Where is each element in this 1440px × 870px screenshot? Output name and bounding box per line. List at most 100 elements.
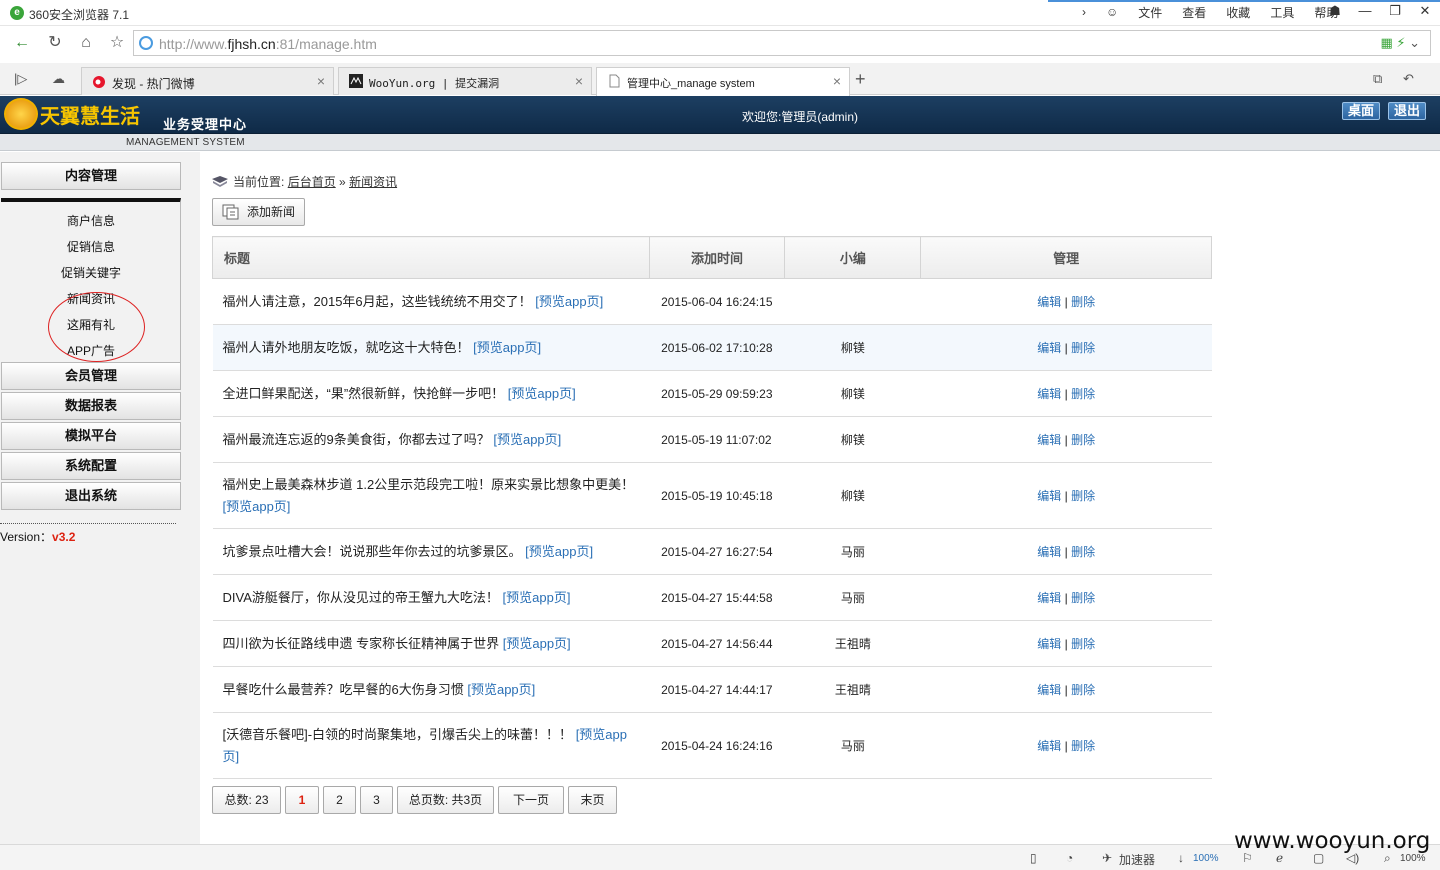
delete-link[interactable]: 删除 xyxy=(1071,341,1095,355)
sidebar-section-simulator[interactable]: 模拟平台 xyxy=(1,422,181,450)
news-title-cell: 早餐吃什么最营养？吃早餐的6大伤身习惯 [预览app页] xyxy=(212,666,650,713)
preview-app-link[interactable]: [预览app页] xyxy=(503,636,571,651)
breadcrumb-current-link[interactable]: 新闻资讯 xyxy=(349,173,397,190)
speed-icon[interactable]: ◔ xyxy=(1066,851,1073,865)
accelerator-label[interactable]: 加速器 xyxy=(1119,851,1155,868)
tab-close-icon[interactable]: × xyxy=(575,73,583,89)
news-title: 早餐吃什么最营养？吃早餐的6大伤身习惯 xyxy=(222,681,464,697)
cloud-icon[interactable]: ☁ xyxy=(52,71,65,87)
news-editor: 王祖晴 xyxy=(784,666,921,713)
sidebar-toggle-icon[interactable]: |▷ xyxy=(14,71,27,87)
tab-close-icon[interactable]: × xyxy=(833,73,841,89)
preview-app-link[interactable]: [预览app页] xyxy=(473,340,541,355)
delete-link[interactable]: 删除 xyxy=(1071,387,1095,401)
close-icon[interactable]: ✕ xyxy=(1410,0,1440,22)
undo-close-icon[interactable]: ↶ xyxy=(1403,71,1414,87)
edit-link[interactable]: 编辑 xyxy=(1037,637,1061,651)
skin-icon[interactable]: ☗ xyxy=(1320,0,1350,22)
tab-weibo[interactable]: 发现 - 热门微博 × xyxy=(81,67,334,95)
preview-app-link[interactable]: [预览app页] xyxy=(503,590,571,605)
news-editor: 柳镁 xyxy=(784,324,921,371)
sidebar-section-content[interactable]: 内容管理 xyxy=(1,162,181,190)
table-header-row: 标题 添加时间 小编 管理 xyxy=(212,236,1212,279)
delete-link[interactable]: 删除 xyxy=(1071,637,1095,651)
edit-link[interactable]: 编辑 xyxy=(1037,683,1061,697)
edit-link[interactable]: 编辑 xyxy=(1037,433,1061,447)
delete-link[interactable]: 删除 xyxy=(1071,433,1095,447)
sidebar-item-merchants[interactable]: 商户信息 xyxy=(1,208,181,234)
pager-page-3[interactable]: 3 xyxy=(360,786,393,814)
back-icon[interactable]: ← xyxy=(10,31,34,55)
delete-link[interactable]: 删除 xyxy=(1071,591,1095,605)
manage-separator: | xyxy=(1064,739,1068,753)
news-add-time: 2015-05-29 09:59:23 xyxy=(649,370,785,417)
user-icon[interactable]: ☺ xyxy=(1096,5,1128,19)
breadcrumb-home-link[interactable]: 后台首页 xyxy=(288,173,336,190)
menu-favorites[interactable]: 收藏 xyxy=(1216,4,1260,21)
chevron-right-icon[interactable]: › xyxy=(1072,5,1096,19)
sidebar-item-promotions[interactable]: 促销信息 xyxy=(1,234,181,260)
news-manage-cell: 编辑 | 删除 xyxy=(920,574,1212,621)
table-row: 福州人请注意，2015年6月起，这些钱统统不用交了！ [预览app页] 2015-… xyxy=(212,278,1212,325)
edit-link[interactable]: 编辑 xyxy=(1037,295,1061,309)
edit-link[interactable]: 编辑 xyxy=(1037,387,1061,401)
manage-separator: | xyxy=(1064,341,1068,355)
delete-link[interactable]: 删除 xyxy=(1071,489,1095,503)
pager-next-button[interactable]: 下一页 xyxy=(498,786,564,814)
pager-page-2[interactable]: 2 xyxy=(323,786,356,814)
delete-link[interactable]: 删除 xyxy=(1071,683,1095,697)
delete-link[interactable]: 删除 xyxy=(1071,545,1095,559)
edit-link[interactable]: 编辑 xyxy=(1037,739,1061,753)
preview-app-link[interactable]: [预览app页] xyxy=(525,544,593,559)
zoom-level[interactable]: 100% xyxy=(1400,853,1426,864)
sidebar-section-members[interactable]: 会员管理 xyxy=(1,362,181,390)
url-input[interactable]: http://www.fjhsh.cn:81/manage.htm ▦ ⚡ ⌄ xyxy=(133,30,1431,56)
menu-view[interactable]: 查看 xyxy=(1172,4,1216,21)
pager-last-button[interactable]: 末页 xyxy=(568,786,617,814)
home-icon[interactable]: ⌂ xyxy=(74,31,98,55)
tab-close-icon[interactable]: × xyxy=(317,73,325,89)
news-manage-cell: 编辑 | 删除 xyxy=(920,324,1212,371)
menu-tools[interactable]: 工具 xyxy=(1260,4,1304,21)
star-icon[interactable]: ☆ xyxy=(105,31,129,55)
preview-app-link[interactable]: [预览app页] xyxy=(467,682,535,697)
add-news-button[interactable]: 添加新闻 xyxy=(212,198,305,226)
logout-button[interactable]: 退出 xyxy=(1388,102,1427,120)
column-editor: 小编 xyxy=(784,236,922,279)
sidebar-item-promo-keywords[interactable]: 促销关键字 xyxy=(1,260,181,286)
tab-manage-system[interactable]: 管理中心_manage system × xyxy=(596,67,850,96)
edit-link[interactable]: 编辑 xyxy=(1037,489,1061,503)
refresh-icon[interactable]: ↻ xyxy=(43,31,67,55)
url-tools-icons[interactable]: ▦ ⚡ ⌄ xyxy=(1380,35,1420,51)
minimize-icon[interactable]: — xyxy=(1350,0,1380,22)
news-title-cell: 全进口鲜果配送，“果”然很新鲜，快抢鲜一步吧！ [预览app页] xyxy=(212,370,650,417)
edit-link[interactable]: 编辑 xyxy=(1037,591,1061,605)
mobile-icon[interactable]: ▯ xyxy=(1030,851,1037,865)
preview-app-link[interactable]: [预览app页] xyxy=(535,294,603,309)
tab-list-icon[interactable]: ⧉ xyxy=(1373,71,1382,87)
table-row: 福州人请外地朋友吃饭，就吃这十大特色！ [预览app页] 2015-06-02 1… xyxy=(212,324,1212,371)
delete-link[interactable]: 删除 xyxy=(1071,739,1095,753)
edit-link[interactable]: 编辑 xyxy=(1037,545,1061,559)
accelerator-icon[interactable]: ✈ xyxy=(1102,851,1112,865)
manage-separator: | xyxy=(1064,545,1068,559)
desktop-button[interactable]: 桌面 xyxy=(1342,102,1381,120)
sidebar-section-exit[interactable]: 退出系统 xyxy=(1,482,181,510)
delete-link[interactable]: 删除 xyxy=(1071,295,1095,309)
news-add-time: 2015-04-27 14:44:17 xyxy=(649,666,785,713)
window-controls: ☗ — ❐ ✕ xyxy=(1320,0,1440,22)
maximize-icon[interactable]: ❐ xyxy=(1380,0,1410,22)
news-title-cell: DIVA游艇餐厅，你从没见过的帝王蟹九大吃法！ [预览app页] xyxy=(212,574,650,621)
preview-app-link[interactable]: [预览app页] xyxy=(493,432,561,447)
edit-link[interactable]: 编辑 xyxy=(1037,341,1061,355)
tab-wooyun[interactable]: WooYun.org | 提交漏洞 × xyxy=(338,67,592,95)
download-icon[interactable]: ↓ xyxy=(1178,851,1184,865)
sidebar-section-reports[interactable]: 数据报表 xyxy=(1,392,181,420)
table-row: DIVA游艇餐厅，你从没见过的帝王蟹九大吃法！ [预览app页] 2015-04-… xyxy=(212,574,1212,621)
new-tab-icon[interactable]: + xyxy=(855,69,866,90)
pager-page-1[interactable]: 1 xyxy=(285,786,319,814)
preview-app-link[interactable]: [预览app页] xyxy=(508,386,576,401)
sidebar-section-config[interactable]: 系统配置 xyxy=(1,452,181,480)
preview-app-link[interactable]: [预览app页] xyxy=(223,499,291,514)
menu-file[interactable]: 文件 xyxy=(1128,4,1172,21)
